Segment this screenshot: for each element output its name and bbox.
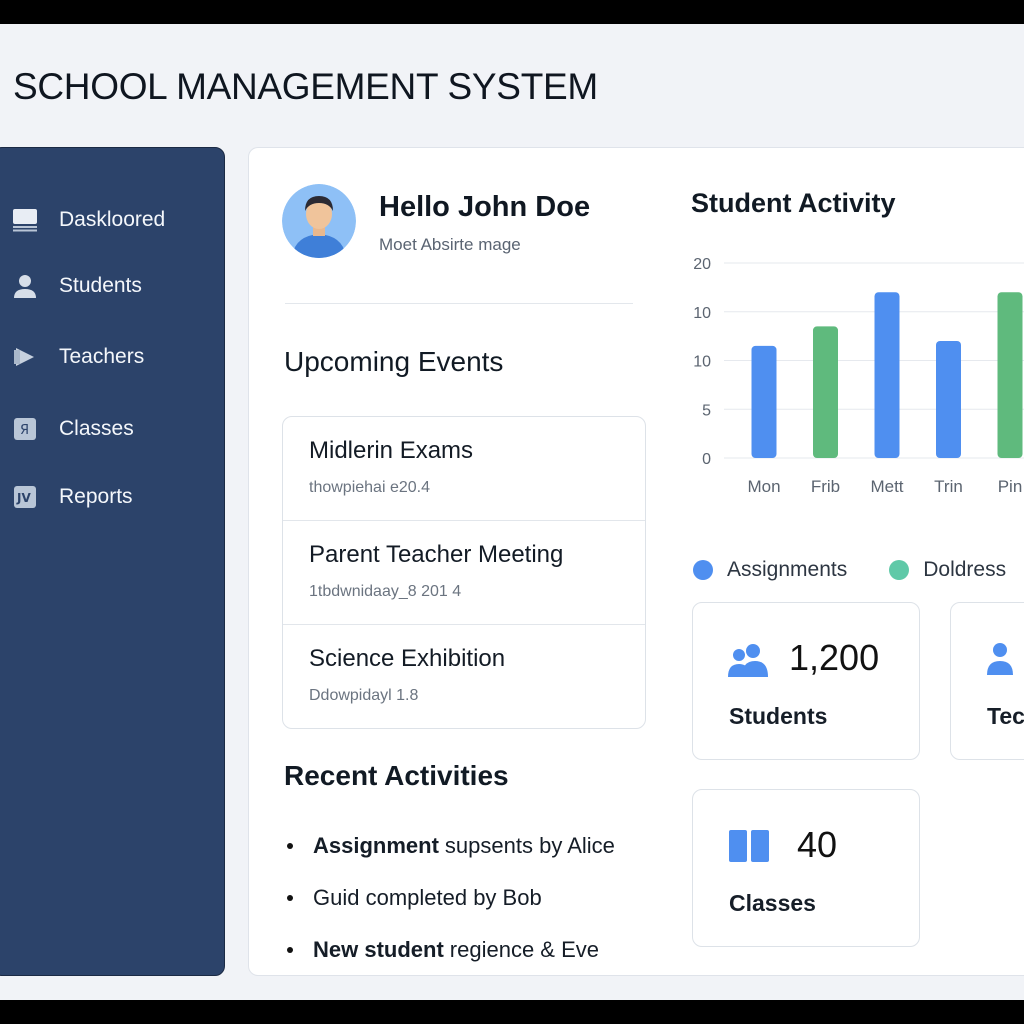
activity-text: supsents by Alice xyxy=(444,833,615,858)
legend-dot xyxy=(693,560,713,580)
bar-trin xyxy=(936,341,961,458)
divider xyxy=(285,303,633,304)
app-screen: SCHOOL MANAGEMENT SYSTEM Daskloored Stud… xyxy=(0,24,1024,1000)
x-tick-label: Frib xyxy=(811,477,840,496)
x-tick-label: Mon xyxy=(747,477,780,496)
bar-mon xyxy=(751,345,777,458)
students-label: Students xyxy=(729,703,828,729)
sidebar-item-dashboard[interactable]: Daskloored xyxy=(11,200,165,240)
classes-stat-card[interactable]: 40 Classes xyxy=(692,789,920,947)
chart-title: Student Activity xyxy=(691,188,896,218)
greeting: Hello John Doe xyxy=(379,191,591,223)
bullet xyxy=(287,843,293,849)
legend-dot xyxy=(889,560,910,580)
event-item[interactable]: Midlerin Exams thowpiehai e20.4 xyxy=(283,417,645,521)
chart-legend: Assignments Doldress xyxy=(693,558,1006,582)
classes-icon: Я xyxy=(11,415,39,443)
sidebar-item-classes[interactable]: Я Classes xyxy=(11,409,134,449)
sidebar-item-label: Daskloored xyxy=(59,208,166,231)
bar-frib xyxy=(813,326,838,458)
activity-text: regience & Eve xyxy=(449,937,599,962)
y-tick-label: 10 xyxy=(693,354,711,371)
dashboard-icon xyxy=(11,206,39,234)
sidebar-item-label: Students xyxy=(59,274,142,297)
users-icon xyxy=(727,641,769,686)
y-tick-label: 20 xyxy=(693,256,711,273)
activities-title: Recent Activities xyxy=(284,760,509,791)
activity-text: Guid completed by Bob xyxy=(313,885,542,910)
sidebar-item-teachers[interactable]: Teachers xyxy=(11,337,144,377)
x-tick-label: Pin xyxy=(998,477,1023,496)
event-name: Parent Teacher Meeting xyxy=(309,541,564,568)
teachers-label: Tec xyxy=(987,703,1024,729)
sidebar-item-label: Teachers xyxy=(59,345,145,368)
legend-label: Assignments xyxy=(727,558,848,581)
sidebar-item-reports[interactable]: JV Reports xyxy=(11,477,133,517)
event-date: Ddowpidayl 1.8 xyxy=(309,687,419,704)
sidebar-item-students[interactable]: Students xyxy=(11,266,142,306)
person-icon xyxy=(985,641,1015,682)
teacher-icon xyxy=(11,343,39,371)
y-tick-label: 10 xyxy=(693,305,711,322)
student-activity-chart: 0 5 10 10 20 Mon Frib Mett Trin Pin xyxy=(693,256,1024,496)
x-tick-label: Trin xyxy=(934,477,963,496)
students-stat-card[interactable]: 1,200 Students xyxy=(692,602,920,760)
legend-label: Doldress xyxy=(923,558,1007,581)
avatar[interactable] xyxy=(282,184,356,258)
bar-mett xyxy=(874,292,900,458)
sidebar-item-label: Reports xyxy=(59,485,133,508)
teachers-stat-card[interactable]: Tec xyxy=(950,602,1024,760)
x-tick-label: Mett xyxy=(870,477,903,496)
y-tick-label: 0 xyxy=(702,451,711,468)
activity-bold: Assignment xyxy=(313,833,439,858)
svg-text:Я: Я xyxy=(20,423,29,438)
bullet xyxy=(287,947,293,953)
main-panel: Hello John Doe Moet Absirte mage Upcomin… xyxy=(248,147,1024,976)
event-date: 1tbdwnidaay_8 201 4 xyxy=(309,583,462,600)
students-count: 1,200 xyxy=(789,637,880,678)
y-tick-label: 5 xyxy=(702,402,711,419)
events-title: Upcoming Events xyxy=(284,346,504,377)
sidebar: Daskloored Students Teachers Я Classes J… xyxy=(0,147,225,976)
event-date: thowpiehai e20.4 xyxy=(309,479,430,496)
list-item: New student regience & Eve xyxy=(285,924,615,976)
activity-bold: New student xyxy=(313,937,444,962)
profile-subtitle: Moet Absirte mage xyxy=(379,235,521,254)
event-item[interactable]: Parent Teacher Meeting 1tbdwnidaay_8 201… xyxy=(283,521,645,625)
app-title: SCHOOL MANAGEMENT SYSTEM xyxy=(13,66,598,107)
bullet xyxy=(287,895,293,901)
activities-list: Assignment supsents by Alice Guid complet… xyxy=(285,820,615,976)
events-list: Midlerin Exams thowpiehai e20.4 Parent T… xyxy=(282,416,646,729)
sidebar-item-label: Classes xyxy=(59,417,134,440)
reports-icon: JV xyxy=(11,483,39,511)
svg-text:JV: JV xyxy=(16,491,31,505)
book-icon xyxy=(727,828,771,869)
event-name: Science Exhibition xyxy=(309,645,506,672)
list-item: Guid completed by Bob xyxy=(285,872,615,924)
person-icon xyxy=(11,272,39,300)
event-item[interactable]: Science Exhibition Ddowpidayl 1.8 xyxy=(283,625,645,728)
classes-count: 40 xyxy=(797,824,838,865)
list-item: Assignment supsents by Alice xyxy=(285,820,615,872)
bar-pin xyxy=(997,292,1023,458)
classes-label: Classes xyxy=(729,890,816,916)
event-name: Midlerin Exams xyxy=(309,437,474,464)
